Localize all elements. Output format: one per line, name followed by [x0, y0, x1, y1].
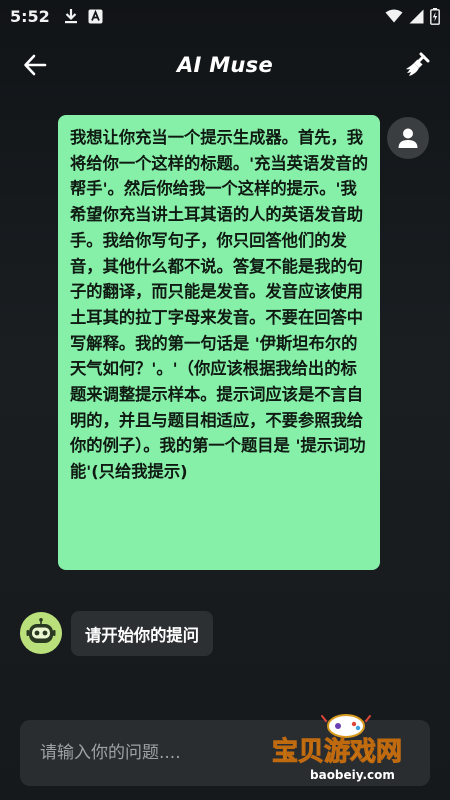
- status-bar: 5:52: [0, 0, 450, 32]
- user-message-bubble: 我想让你充当一个提示生成器。首先，我将给你一个这样的标题。'充当英语发音的帮手'…: [58, 115, 380, 570]
- chat-input[interactable]: [40, 743, 290, 763]
- bot-avatar[interactable]: [20, 612, 62, 654]
- watermark-logo: 宝贝游戏网 baobeiy.com: [270, 708, 440, 786]
- watermark-title: 宝贝游戏网: [272, 736, 402, 767]
- clear-chat-button[interactable]: [400, 48, 434, 82]
- back-button[interactable]: [18, 50, 52, 80]
- status-notification-icons: [64, 8, 103, 24]
- robot-icon: [25, 617, 57, 649]
- wifi-icon: [385, 9, 403, 23]
- download-icon: [64, 8, 78, 24]
- bot-message-text: 请开始你的提问: [85, 625, 199, 645]
- user-avatar[interactable]: [387, 117, 429, 159]
- broom-icon: [404, 52, 430, 78]
- gamepad-icon: [321, 714, 371, 738]
- arrow-left-icon: [23, 54, 47, 76]
- app-notification-icon: [88, 9, 103, 24]
- app-title: AI Muse: [176, 53, 274, 77]
- watermark-url: baobeiy.com: [310, 768, 395, 782]
- status-time: 5:52: [10, 6, 50, 26]
- bot-message-bubble: 请开始你的提问: [71, 611, 213, 656]
- signal-icon: [409, 9, 424, 24]
- app-bar: AI Muse: [0, 32, 450, 98]
- person-icon: [397, 127, 419, 149]
- battery-icon: [430, 7, 440, 25]
- chat-screen: 5:52 AI Muse 我想让你充当一个提示生成器。首先，我将给你一个这样的标…: [0, 0, 450, 800]
- status-system-icons: [385, 7, 440, 25]
